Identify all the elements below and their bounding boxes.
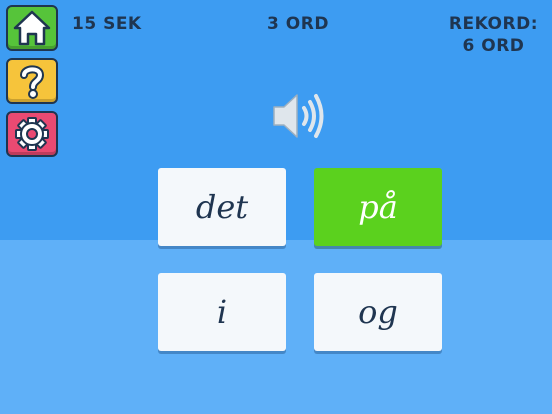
gear-icon (15, 117, 49, 151)
word-card-det[interactable]: det (158, 168, 286, 246)
record-display: REKORD: 6 ORD (449, 13, 538, 57)
record-title: REKORD: (448, 14, 538, 34)
record-value: 6 ORD (462, 36, 525, 56)
settings-button[interactable] (6, 111, 58, 157)
play-audio-button[interactable] (270, 88, 330, 144)
speaker-icon (273, 94, 324, 138)
help-button[interactable] (6, 58, 58, 104)
word-card-pa[interactable]: på (314, 168, 442, 246)
word-card-og[interactable]: og (314, 273, 442, 351)
question-mark-icon (20, 65, 45, 99)
word-card-i[interactable]: i (158, 273, 286, 351)
